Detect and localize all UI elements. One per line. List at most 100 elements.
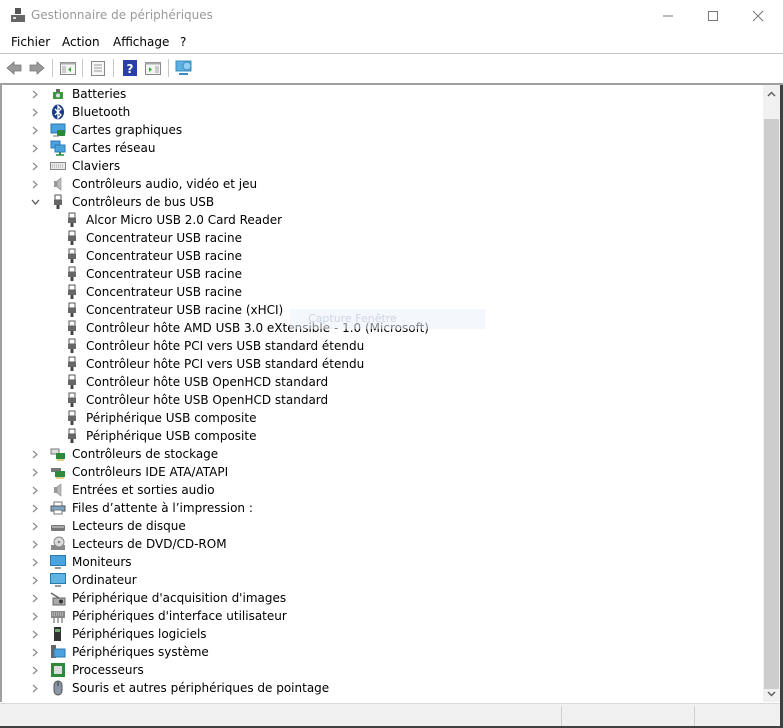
chevron-right-icon[interactable] <box>30 661 40 679</box>
menu-action[interactable]: Action <box>62 35 100 49</box>
ide-controller-icon <box>50 464 66 480</box>
tree-category[interactable]: Périphériques logiciels <box>30 625 207 643</box>
console-tree-icon <box>60 62 76 75</box>
chevron-right-icon[interactable] <box>30 103 40 121</box>
toolbar-separator <box>168 59 169 77</box>
tree-category[interactable]: Cartes graphiques <box>30 121 182 139</box>
tree-category[interactable]: Claviers <box>30 157 120 175</box>
menu-fichier[interactable]: Fichier <box>11 35 50 49</box>
tree-category[interactable]: Contrôleurs audio, vidéo et jeu <box>30 175 257 193</box>
tree-category[interactable]: Périphériques d'interface utilisateur <box>30 607 287 625</box>
chevron-right-icon[interactable] <box>30 463 40 481</box>
chevron-right-icon[interactable] <box>30 517 40 535</box>
svg-text:?: ? <box>127 62 134 76</box>
chevron-right-icon[interactable] <box>30 679 40 697</box>
tree-category[interactable]: Bluetooth <box>30 103 130 121</box>
status-segment-divider <box>561 706 562 727</box>
status-segment-divider <box>694 706 695 727</box>
tree-category[interactable]: Souris et autres périphériques de pointa… <box>30 679 329 697</box>
vertical-scrollbar[interactable] <box>763 85 780 702</box>
arrow-left-icon <box>6 61 22 75</box>
tree-device-label: Concentrateur USB racine (xHCI) <box>86 303 284 317</box>
usb-icon <box>64 428 80 444</box>
tree-category[interactable]: Contrôleurs IDE ATA/ATAPI <box>30 463 228 481</box>
tree-device-label: Alcor Micro USB 2.0 Card Reader <box>86 213 283 227</box>
chevron-down-icon[interactable] <box>30 193 40 211</box>
speaker-icon <box>50 176 66 192</box>
toolbar-separator <box>52 59 53 77</box>
chevron-right-icon[interactable] <box>30 445 40 463</box>
tree-category[interactable]: Contrôleurs de stockage <box>30 445 218 463</box>
chevron-right-icon[interactable] <box>30 175 40 193</box>
tree-category[interactable]: Périphériques système <box>30 643 209 661</box>
usb-icon <box>64 302 80 318</box>
tree-category[interactable]: Périphérique d'acquisition d'images <box>30 589 286 607</box>
scroll-up-button[interactable] <box>763 85 780 102</box>
system-device-icon <box>50 644 66 660</box>
tree-category[interactable]: Lecteurs de DVD/CD-ROM <box>30 535 227 553</box>
tree-device-item[interactable]: Alcor Micro USB 2.0 Card Reader <box>64 211 282 229</box>
tree-device-item[interactable]: Concentrateur USB racine <box>64 229 242 247</box>
chevron-right-icon[interactable] <box>30 481 40 499</box>
tree-device-item[interactable]: Contrôleur hôte PCI vers USB standard ét… <box>64 337 364 355</box>
tree-device-item[interactable]: Contrôleur hôte USB OpenHCD standard <box>64 373 328 391</box>
chevron-right-icon[interactable] <box>30 607 40 625</box>
chevron-right-icon[interactable] <box>30 571 40 589</box>
tree-category[interactable]: Entrées et sorties audio <box>30 481 215 499</box>
scroll-thumb[interactable] <box>764 119 779 689</box>
chevron-right-icon[interactable] <box>30 157 40 175</box>
chevron-right-icon[interactable] <box>30 139 40 157</box>
action-pane-button[interactable] <box>144 59 162 77</box>
disk-drive-icon <box>50 518 66 534</box>
chevron-right-icon[interactable] <box>30 589 40 607</box>
chevron-right-icon[interactable] <box>30 553 40 571</box>
chevron-right-icon[interactable] <box>30 499 40 517</box>
tree-device-label: Périphérique USB composite <box>86 411 257 425</box>
tree-device-item[interactable]: Concentrateur USB racine <box>64 247 242 265</box>
tree-category[interactable]: Batteries <box>30 85 126 103</box>
tree-device-label: Contrôleur hôte PCI vers USB standard ét… <box>86 339 365 353</box>
console-tree-button[interactable] <box>59 59 77 77</box>
device-tree[interactable]: Batteries Bluetooth Cartes graphiques Carte… <box>0 85 763 702</box>
tree-category[interactable]: Files d’attente à l’impression : <box>30 499 253 517</box>
tree-category-label: Cartes graphiques <box>72 123 183 137</box>
action-pane-icon <box>145 62 161 75</box>
tree-category[interactable]: Contrôleurs de bus USB <box>30 193 214 211</box>
tree-category[interactable]: Processeurs <box>30 661 144 679</box>
tree-category[interactable]: Lecteurs de disque <box>30 517 186 535</box>
menu-affichage[interactable]: Affichage <box>113 35 169 49</box>
tree-category[interactable]: Ordinateur <box>30 571 137 589</box>
tree-device-item[interactable]: Concentrateur USB racine <box>64 265 242 283</box>
menu-help[interactable]: ? <box>180 35 186 49</box>
tree-device-item[interactable]: Périphérique USB composite <box>64 427 256 445</box>
forward-button[interactable] <box>28 59 46 77</box>
chevron-right-icon[interactable] <box>30 121 40 139</box>
tree-device-item[interactable]: Concentrateur USB racine <box>64 283 242 301</box>
tree-device-item[interactable]: Périphérique USB composite <box>64 409 256 427</box>
chevron-right-icon[interactable] <box>30 625 40 643</box>
chevron-right-icon[interactable] <box>30 85 40 103</box>
scroll-down-button[interactable] <box>763 685 780 702</box>
title-bar: Gestionnaire de périphériques <box>0 0 783 31</box>
back-button[interactable] <box>5 59 23 77</box>
tree-category-label: Entrées et sorties audio <box>72 483 215 497</box>
tree-category-label: Claviers <box>72 159 121 173</box>
scan-hardware-button[interactable] <box>175 59 193 77</box>
mouse-icon <box>50 680 66 696</box>
tree-category-label: Périphériques système <box>72 645 209 659</box>
close-button[interactable] <box>735 0 781 31</box>
tree-category-label: Contrôleurs audio, vidéo et jeu <box>72 177 258 191</box>
properties-button[interactable] <box>89 59 107 77</box>
minimize-button[interactable] <box>645 0 691 31</box>
chevron-right-icon[interactable] <box>30 535 40 553</box>
tree-device-item[interactable]: Concentrateur USB racine (xHCI) <box>64 301 283 319</box>
maximize-button[interactable] <box>690 0 736 31</box>
tree-category-label: Périphériques d'interface utilisateur <box>72 609 287 623</box>
chevron-right-icon[interactable] <box>30 643 40 661</box>
tree-category[interactable]: Moniteurs <box>30 553 132 571</box>
processor-icon <box>50 662 66 678</box>
help-button[interactable]: ? <box>121 59 139 77</box>
tree-device-item[interactable]: Contrôleur hôte USB OpenHCD standard <box>64 391 328 409</box>
tree-device-item[interactable]: Contrôleur hôte PCI vers USB standard ét… <box>64 355 364 373</box>
tree-category[interactable]: Cartes réseau <box>30 139 155 157</box>
